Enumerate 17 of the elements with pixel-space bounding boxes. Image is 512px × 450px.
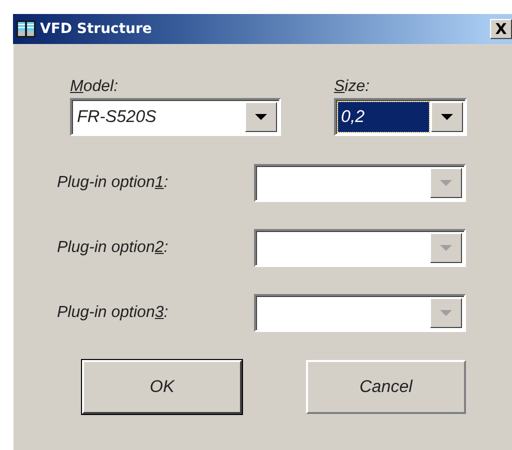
dialog-button[interactable]: OK: [82, 360, 242, 414]
field-label: Size:: [334, 78, 371, 96]
field-label: Plug-in option3:: [57, 304, 170, 322]
dialog-button[interactable]: Cancel: [306, 360, 466, 414]
field-label: Plug-in option1:: [57, 174, 170, 192]
dropdown-value: 0,2: [338, 102, 429, 132]
dropdown-value: FR-S520S: [76, 106, 158, 128]
window-app-icon: [16, 20, 36, 38]
dropdown-field[interactable]: [254, 229, 466, 267]
dropdown-field[interactable]: FR-S520S: [70, 98, 281, 136]
dropdown-field[interactable]: [254, 294, 466, 332]
window-title: VFD Structure: [40, 21, 152, 37]
dropdown-field[interactable]: [254, 164, 466, 202]
field-label: Plug-in option2:: [57, 239, 170, 257]
field-label: Model:: [70, 78, 120, 96]
dropdown-field[interactable]: 0,2: [334, 98, 467, 136]
close-button[interactable]: X: [490, 19, 512, 39]
